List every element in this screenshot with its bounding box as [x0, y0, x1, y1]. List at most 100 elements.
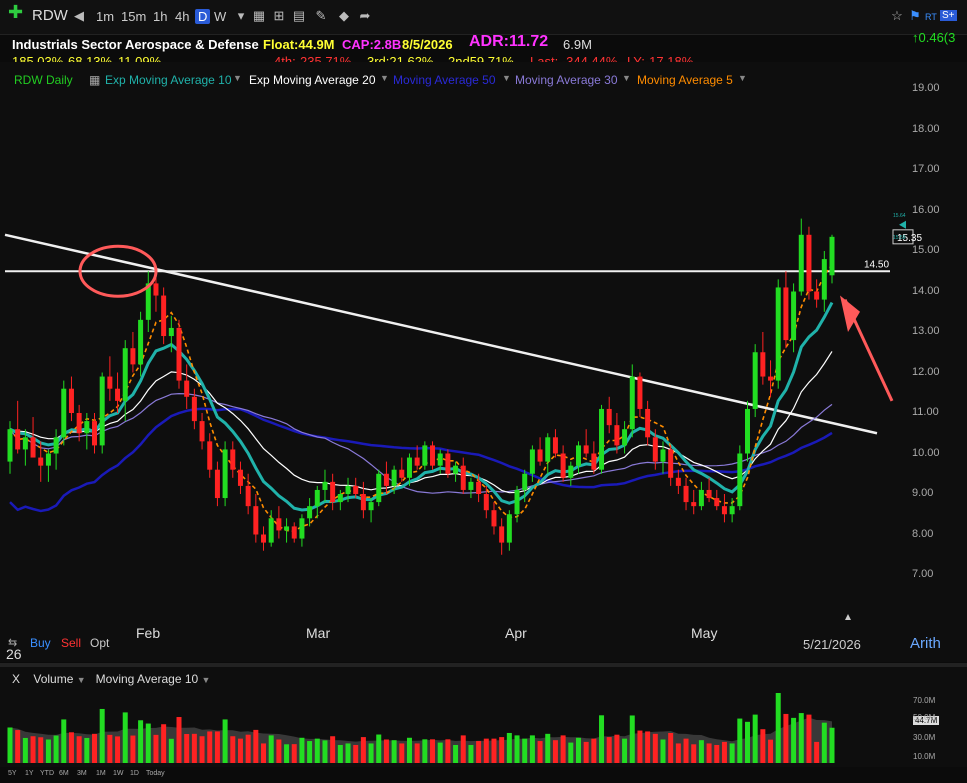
chevron-down-icon[interactable]: ▼: [233, 73, 242, 83]
range-ytd[interactable]: YTD: [40, 770, 54, 777]
candle-body: [184, 380, 190, 397]
grid-icon[interactable]: ▤: [292, 9, 306, 23]
candle-body: [514, 489, 520, 515]
chevron-down-icon[interactable]: ▼: [738, 73, 747, 83]
candle-body: [829, 236, 835, 276]
grid-small-icon[interactable]: ▦: [89, 73, 100, 87]
candle-body: [207, 441, 213, 470]
legend-ma5[interactable]: Moving Average 5: [637, 73, 733, 87]
chevron-down-icon[interactable]: ▼: [622, 73, 631, 83]
volume-bar: [430, 739, 436, 763]
volume-bar: [468, 744, 474, 763]
range-1d[interactable]: 1D: [130, 770, 139, 777]
legend-ema20[interactable]: Exp Moving Average 20: [249, 73, 376, 87]
legend-ema10[interactable]: Exp Moving Average 10: [105, 73, 232, 87]
y-tick-label: 9.00: [912, 487, 934, 499]
flag-icon[interactable]: ⚑: [908, 9, 922, 23]
volume-bar: [406, 737, 412, 763]
interval-w[interactable]: W: [214, 9, 226, 24]
x-tick-may: May: [691, 625, 718, 641]
price-chart[interactable]: 15.3514.5015.6415.59: [0, 62, 967, 662]
volume-bar: [284, 744, 290, 763]
y-tick-label: 14.00: [912, 284, 940, 297]
arith-button[interactable]: Arith: [910, 635, 941, 652]
candle-body: [68, 388, 74, 413]
volume-bar: [499, 737, 505, 763]
volume-bar: [68, 732, 74, 763]
candle-body: [15, 429, 21, 450]
s-plus-badge[interactable]: S+: [940, 10, 957, 21]
volume-bar: [22, 737, 28, 763]
volume-ma-label[interactable]: Moving Average 10: [96, 672, 199, 686]
chevron-down-icon[interactable]: ▼: [77, 675, 86, 685]
candle-body: [637, 376, 643, 409]
volume-bar: [629, 715, 635, 763]
volume-bar: [760, 729, 766, 763]
volume-bar: [591, 738, 597, 763]
chevron-down-icon[interactable]: ▼: [380, 73, 389, 83]
candle-body: [337, 494, 343, 503]
legend-ma50[interactable]: Moving Average 50: [393, 73, 496, 87]
range-today[interactable]: Today: [146, 770, 165, 777]
volume-bar: [491, 738, 497, 763]
interval-4h[interactable]: 4h: [175, 9, 189, 24]
volume-bar: [599, 715, 605, 763]
volume-bar: [299, 737, 305, 763]
y-tick-label: 19.00: [912, 82, 940, 94]
range-1m[interactable]: 1M: [96, 770, 106, 777]
price-pane[interactable]: 15.35 14.50 15.64 15.59: [0, 62, 967, 662]
candle-body: [599, 408, 605, 470]
volume-bar: [38, 737, 44, 763]
share-icon[interactable]: ➦: [358, 9, 372, 23]
candle-body: [84, 421, 90, 434]
volume-bar: [706, 743, 712, 763]
sell-button[interactable]: Sell: [61, 636, 81, 650]
candle-body: [107, 376, 113, 389]
legend-ma30[interactable]: Moving Average 30: [515, 73, 618, 87]
range-1w[interactable]: 1W: [113, 770, 124, 777]
range-5y[interactable]: 5Y: [8, 770, 17, 777]
y-tick-label: 17.00: [912, 163, 940, 175]
chevron-down-icon[interactable]: ▾: [234, 9, 248, 23]
candle-body: [806, 234, 812, 292]
volume-bar: [76, 736, 82, 763]
candle-body: [391, 469, 397, 486]
add-icon[interactable]: ✚: [8, 3, 23, 21]
interval-15m[interactable]: 15m: [121, 9, 146, 24]
tag-icon[interactable]: ◆: [337, 9, 351, 23]
interval-d[interactable]: D: [195, 9, 211, 24]
speaker-icon[interactable]: ◀: [72, 9, 86, 23]
legend-daily[interactable]: RDW Daily: [14, 73, 73, 87]
chevron-down-icon[interactable]: ▼: [202, 675, 211, 685]
chart-type-icon[interactable]: ▦: [252, 9, 266, 23]
volume-bar: [30, 736, 36, 763]
volume-label[interactable]: Volume: [33, 672, 73, 686]
volume-bar: [814, 741, 820, 763]
range-6m[interactable]: 6M: [59, 770, 69, 777]
candle-body: [130, 348, 136, 365]
interval-1h[interactable]: 1h: [153, 9, 167, 24]
candle-body: [575, 445, 581, 466]
indicator-icon[interactable]: ⊞: [272, 9, 286, 23]
adr-label: ADR:11.72: [469, 33, 549, 50]
small-price-label: 15.59: [893, 235, 906, 241]
chevron-down-icon[interactable]: ▼: [502, 73, 511, 83]
range-1y[interactable]: 1Y: [25, 770, 34, 777]
volume-bar: [737, 718, 743, 763]
volume-bar: [322, 740, 328, 763]
volume-bar: [445, 739, 451, 763]
close-icon[interactable]: X: [12, 672, 20, 686]
draw-icon[interactable]: ✎: [314, 9, 328, 23]
opt-button[interactable]: Opt: [90, 636, 109, 650]
candle-body: [422, 445, 428, 466]
range-3m[interactable]: 3M: [77, 770, 87, 777]
buy-button[interactable]: Buy: [30, 636, 51, 650]
volume-bar: [84, 737, 90, 763]
candle-body: [230, 449, 236, 470]
ema-marker: [899, 220, 906, 229]
sector-label: Industrials Sector: [12, 37, 122, 52]
candle-body: [568, 465, 574, 478]
symbol-label[interactable]: RDW: [32, 7, 68, 24]
interval-1m[interactable]: 1m: [96, 9, 114, 24]
star-icon[interactable]: ☆: [890, 9, 904, 23]
